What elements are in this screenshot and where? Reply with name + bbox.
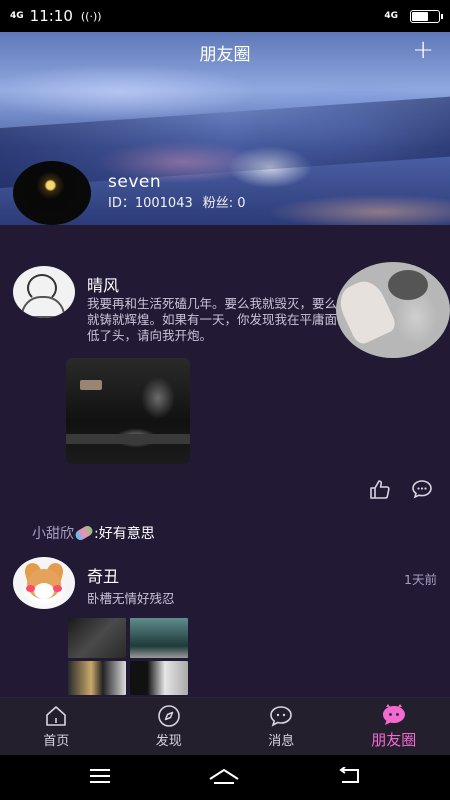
post-text: 卧槽无情好残忍 bbox=[87, 591, 175, 606]
my-stats: ID：1001043 粉丝: 0 bbox=[108, 192, 246, 211]
add-post-button[interactable]: + bbox=[412, 36, 434, 64]
right-signal-indicator: 4G bbox=[384, 11, 398, 21]
candy-emoji-icon bbox=[73, 524, 95, 542]
home-button[interactable] bbox=[208, 767, 240, 789]
post-comment: 小甜欣 :好有意思 bbox=[32, 523, 155, 543]
home-icon bbox=[46, 706, 67, 726]
post-author-name[interactable]: 奇丑 bbox=[87, 563, 119, 587]
collage-image[interactable] bbox=[130, 661, 188, 695]
battery-icon bbox=[410, 9, 443, 23]
post-timestamp: 1天前 bbox=[404, 572, 437, 587]
compass-icon bbox=[157, 705, 180, 727]
post-author-avatar[interactable] bbox=[13, 557, 75, 609]
menu-icon bbox=[90, 768, 110, 783]
status-time: 11:10 bbox=[29, 7, 73, 25]
my-avatar[interactable] bbox=[13, 161, 91, 225]
post-image-collage[interactable] bbox=[68, 618, 188, 696]
tab-home[interactable]: 首页 bbox=[0, 698, 113, 755]
tab-discover[interactable]: 发现 bbox=[113, 698, 226, 755]
system-navigation-bar bbox=[0, 755, 450, 800]
post-author-name[interactable]: 晴风 bbox=[87, 272, 119, 296]
my-fans-count: 粉丝: 0 bbox=[202, 196, 246, 211]
comment-user[interactable]: 小甜欣 bbox=[32, 526, 74, 542]
collage-image[interactable] bbox=[130, 618, 188, 658]
signal-indicator: 4G bbox=[10, 11, 24, 21]
tab-moments-label: 朋友圈 bbox=[371, 731, 417, 749]
tab-moments[interactable]: 朋友圈 bbox=[338, 698, 450, 755]
collage-image[interactable] bbox=[68, 618, 126, 658]
page-title: 朋友圈 bbox=[199, 45, 251, 65]
bottom-tab-bar: 首页 发现 消息 朋友圈 bbox=[0, 697, 450, 755]
post-image[interactable] bbox=[66, 358, 190, 464]
post-text: 我要再和生活死磕几年。要么我就毁灭，要么我就铸就辉煌。如果有一天，你发现我在平庸… bbox=[87, 296, 350, 343]
floating-user-avatar[interactable] bbox=[336, 262, 450, 358]
post-author-avatar[interactable] bbox=[13, 266, 75, 318]
comment-text: :好有意思 bbox=[94, 526, 155, 542]
my-id: ID：1001043 bbox=[108, 196, 193, 211]
wifi-icon: ((·)) bbox=[80, 9, 102, 23]
tab-discover-label: 发现 bbox=[155, 734, 182, 749]
like-button[interactable] bbox=[368, 478, 392, 500]
profile-banner: 朋友圈 + seven ID：1001043 粉丝: 0 bbox=[0, 32, 450, 225]
back-icon bbox=[339, 765, 359, 783]
home-nav-icon bbox=[209, 768, 239, 784]
tab-messages-label: 消息 bbox=[268, 734, 295, 749]
status-bar: 4G 11:10 ((·)) 4G bbox=[0, 0, 450, 32]
moments-icon bbox=[382, 704, 405, 725]
my-username: seven bbox=[108, 172, 162, 192]
back-button[interactable] bbox=[336, 765, 362, 789]
menu-button[interactable] bbox=[88, 768, 112, 788]
thumbs-up-icon bbox=[370, 480, 390, 499]
tab-messages[interactable]: 消息 bbox=[225, 698, 338, 755]
comment-bubble-icon bbox=[412, 480, 432, 499]
tab-home-label: 首页 bbox=[43, 734, 70, 749]
chat-icon bbox=[270, 706, 293, 727]
collage-image[interactable] bbox=[68, 661, 126, 695]
post-actions bbox=[368, 478, 434, 500]
comment-button[interactable] bbox=[410, 478, 434, 500]
